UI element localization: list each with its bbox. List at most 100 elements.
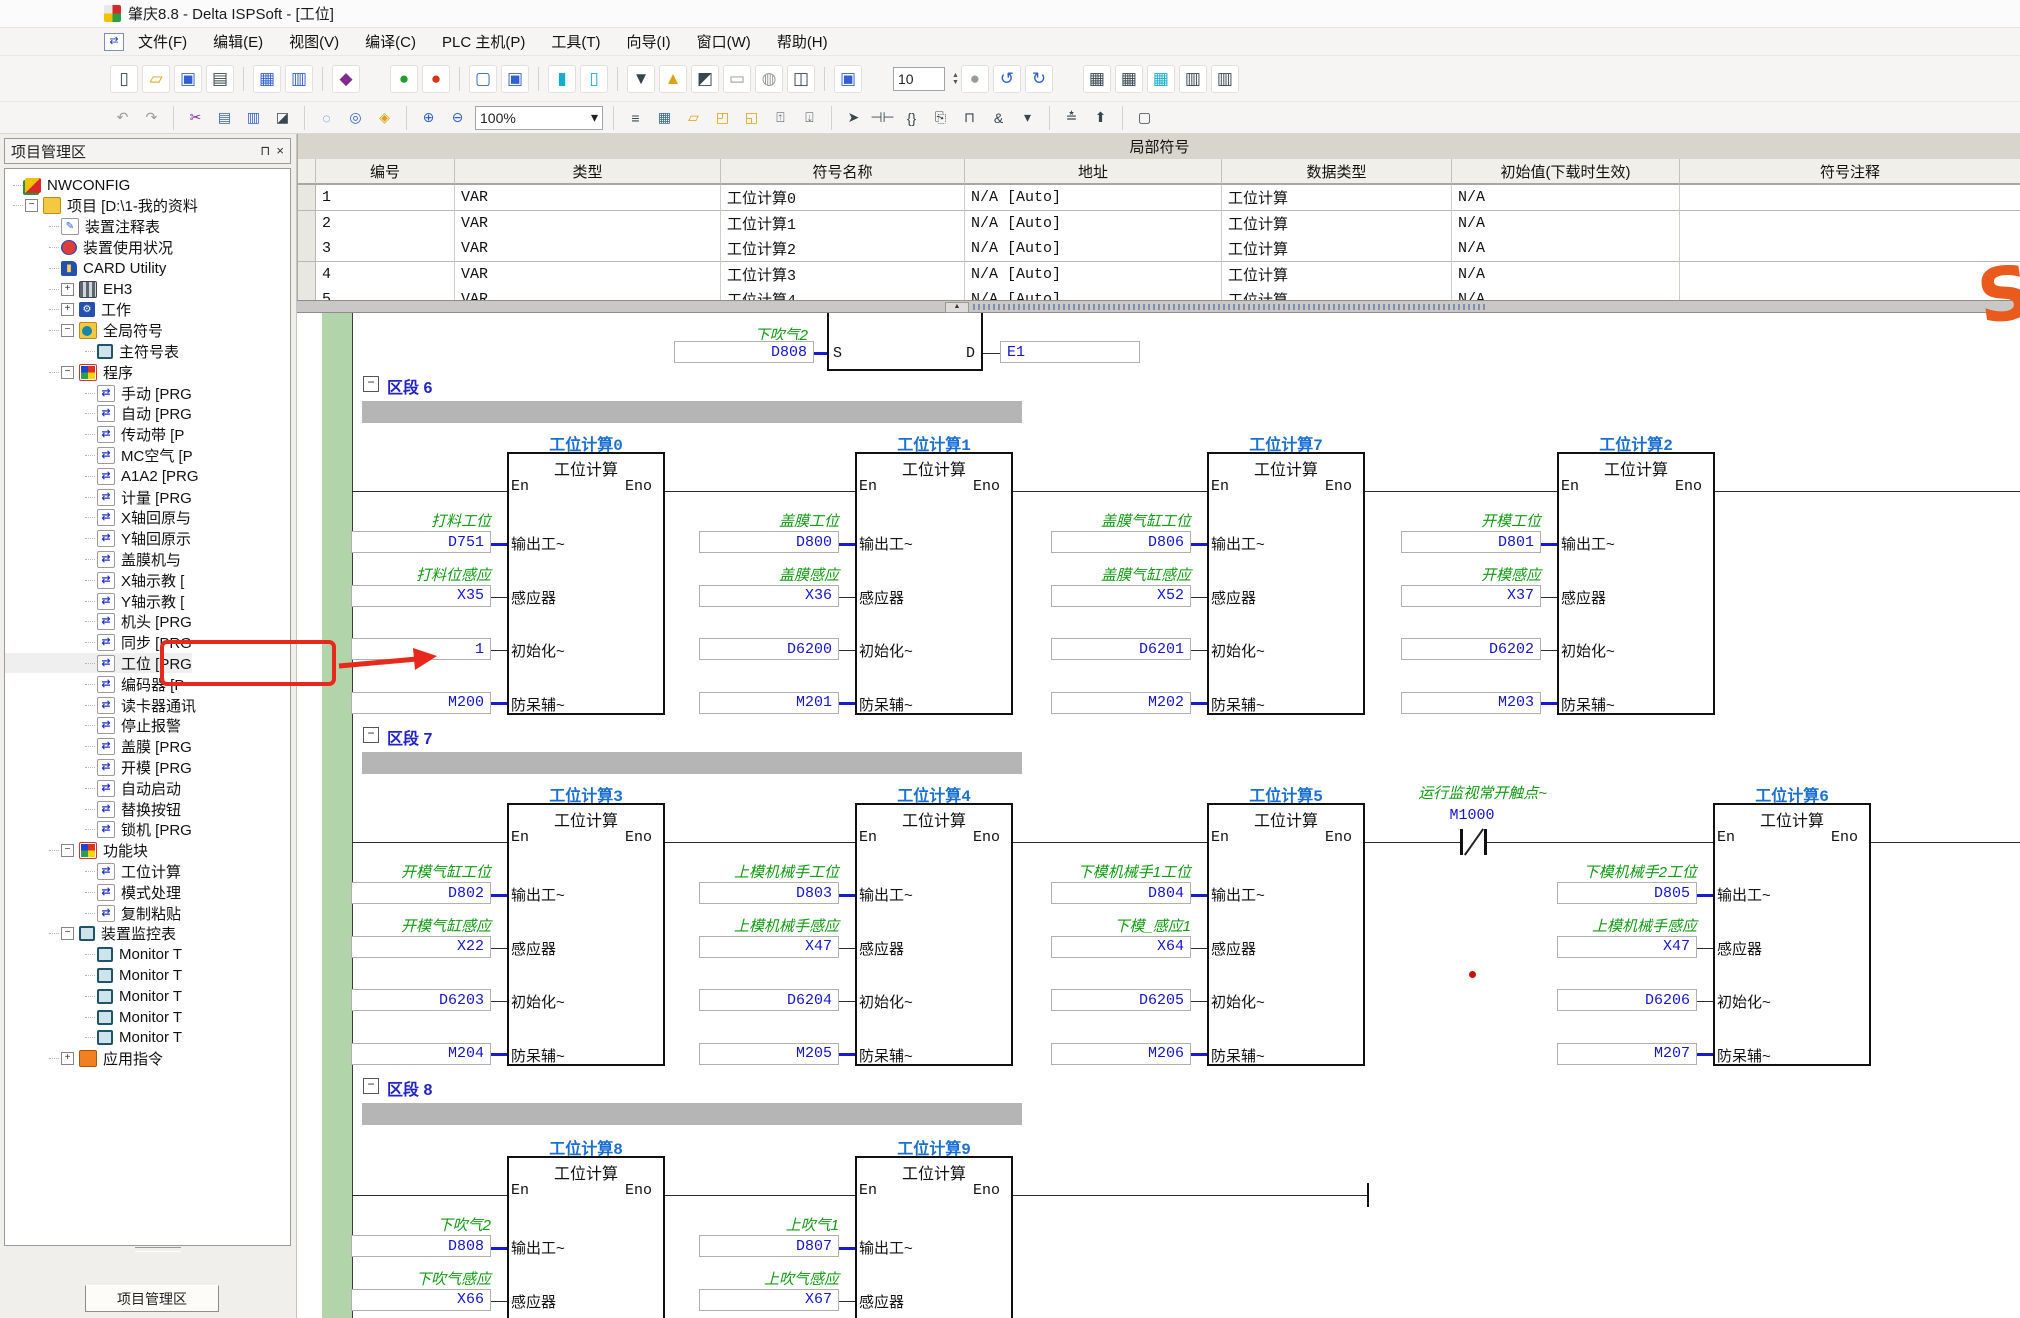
window-cascade-icon[interactable]: ▦	[253, 65, 281, 93]
bookmark-icon[interactable]: ▱	[681, 105, 706, 130]
tree-item-Y[interactable]: ⇄Y轴示教 [	[5, 591, 184, 611]
rotate-left-icon[interactable]: ↺	[993, 65, 1021, 93]
cell-r1-c5[interactable]: N/A	[1452, 185, 1680, 211]
operand-box[interactable]: M200	[351, 692, 491, 714]
find-replace-icon[interactable]: ◎	[343, 105, 368, 130]
tree-item-P[interactable]: ⇄传动带 [P	[5, 425, 184, 445]
tree-item-PRG[interactable]: ⇄手动 [PRG	[5, 383, 192, 403]
operand-box[interactable]: D6200	[699, 638, 839, 660]
stop-icon[interactable]: ●	[422, 65, 450, 93]
collapse-icon[interactable]: −	[61, 324, 74, 337]
tree-item-X[interactable]: ⇄X轴回原与	[5, 508, 191, 528]
operand-box[interactable]: D806	[1051, 531, 1191, 553]
operand-box[interactable]: X67	[699, 1289, 839, 1311]
cell-r5-c1[interactable]: VAR	[455, 287, 721, 300]
save-icon[interactable]: ▣	[174, 65, 202, 93]
more-dropdown-icon[interactable]: ▾	[1015, 105, 1040, 130]
upload-icon[interactable]: ▲	[659, 65, 687, 93]
tree-item-P[interactable]: ⇄编码器 [P	[5, 674, 184, 694]
menu-8[interactable]: 帮助(H)	[777, 34, 828, 51]
operand-box[interactable]: D805	[1557, 882, 1697, 904]
tree-item-[interactable]: ⇄复制粘贴	[5, 903, 181, 923]
menu-0[interactable]: 文件(F)	[138, 34, 187, 51]
menu-7[interactable]: 窗口(W)	[697, 34, 751, 51]
step-circle-icon[interactable]: ●	[961, 65, 989, 93]
cell-r3-c2[interactable]: 工位计算2	[721, 236, 965, 262]
operand-box[interactable]: D803	[699, 882, 839, 904]
operand-box[interactable]: M201	[699, 692, 839, 714]
cell-r2-c6[interactable]	[1680, 211, 2020, 237]
operand-box[interactable]: D808	[674, 341, 814, 363]
cell-r3-c3[interactable]: N/A [Auto]	[965, 236, 1222, 262]
zoom-select[interactable]: 100%▾	[475, 106, 603, 130]
tree-item-[interactable]: ✎装置注释表	[5, 217, 160, 237]
section-collapse-icon[interactable]: −	[363, 727, 379, 743]
operand-box[interactable]: D6205	[1051, 989, 1191, 1011]
zoom-in-icon[interactable]: ⊕	[416, 105, 441, 130]
redo-icon[interactable]: ↷	[139, 105, 164, 130]
notify-icon[interactable]: ◍	[755, 65, 783, 93]
expand-icon[interactable]: +	[61, 283, 74, 296]
find-icon[interactable]: ◌	[314, 105, 339, 130]
format-brush-icon[interactable]: ◪	[270, 105, 295, 130]
cell-r5-c4[interactable]: 工位计算	[1222, 287, 1452, 300]
operand-box[interactable]: M207	[1557, 1043, 1697, 1065]
menu-6[interactable]: 向导(I)	[626, 34, 670, 51]
tree-item-[interactable]: −装置监控表	[5, 924, 176, 944]
cell-r3-c1[interactable]: VAR	[455, 236, 721, 262]
operand-box[interactable]: D6202	[1401, 638, 1541, 660]
cut-icon[interactable]: ✂	[183, 105, 208, 130]
section-label[interactable]: 区段 6	[387, 374, 432, 398]
row-selector[interactable]	[298, 287, 316, 300]
network-icon[interactable]: ◫	[787, 65, 815, 93]
mdi-child-icon[interactable]: ⇄	[104, 33, 124, 51]
open-file-icon[interactable]: ▱	[142, 65, 170, 93]
collapse-icon[interactable]: −	[61, 366, 74, 379]
section-label[interactable]: 区段 8	[387, 1076, 432, 1100]
find-symbol-icon[interactable]: ◈	[372, 105, 397, 130]
tree-item-[interactable]: ⇄盖膜机与	[5, 549, 181, 569]
operand-box[interactable]: X64	[1051, 936, 1191, 958]
operand-box-out[interactable]: E1	[1000, 341, 1140, 363]
expand-icon[interactable]: +	[61, 303, 74, 316]
window-tile-icon[interactable]: ▥	[285, 65, 313, 93]
menu-3[interactable]: 编译(C)	[365, 34, 416, 51]
cell-r3-c4[interactable]: 工位计算	[1222, 236, 1452, 262]
frame-icon[interactable]: ▢	[1132, 105, 1157, 130]
cell-r1-c3[interactable]: N/A [Auto]	[965, 185, 1222, 211]
cell-r1-c4[interactable]: 工位计算	[1222, 185, 1452, 211]
print-icon[interactable]: ▤	[206, 65, 234, 93]
operand-box[interactable]: M205	[699, 1043, 839, 1065]
operand-box[interactable]: D6206	[1557, 989, 1697, 1011]
menu-1[interactable]: 编辑(E)	[213, 34, 263, 51]
block-icon[interactable]: ⊓	[957, 105, 982, 130]
tree-item-PRG[interactable]: ⇄机头 [PRG	[5, 612, 192, 632]
monitor-table-icon[interactable]: ▣	[501, 65, 529, 93]
paste-icon[interactable]: ▥	[241, 105, 266, 130]
row-selector[interactable]	[298, 236, 316, 262]
col-header-6[interactable]: 符号注释	[1680, 159, 2020, 185]
col-header-2[interactable]: 符号名称	[721, 159, 965, 185]
cell-r3-c5[interactable]: N/A	[1452, 236, 1680, 262]
cell-r4-c2[interactable]: 工位计算3	[721, 262, 965, 288]
cell-r1-c6[interactable]	[1680, 185, 2020, 211]
ladder-editor[interactable]: −区段 6−区段 7−区段 8下吹气2D808SDE1工位计算0工位计算EnEn…	[297, 313, 2020, 1318]
tree-item-NWCONFIG[interactable]: NWCONFIG	[5, 175, 130, 195]
tree-item-PRG[interactable]: ⇄锁机 [PRG	[5, 820, 192, 840]
tree-item-[interactable]: 主符号表	[5, 341, 179, 361]
operand-box[interactable]: X47	[699, 936, 839, 958]
operand-box[interactable]: D6203	[351, 989, 491, 1011]
undo-icon[interactable]: ↶	[110, 105, 135, 130]
tree-item-[interactable]: +应用指令	[5, 1049, 163, 1069]
collapse-icon[interactable]: −	[25, 199, 38, 212]
instruction-icon[interactable]: ≛	[1059, 105, 1084, 130]
comment-mode-icon[interactable]: ≡	[623, 105, 648, 130]
network-after-icon[interactable]: ◱	[739, 105, 764, 130]
function-block-partial[interactable]: SD	[827, 313, 983, 371]
tree-item-CARDUtility[interactable]: ▮CARD Utility	[5, 258, 166, 278]
tree-item-Y[interactable]: ⇄Y轴回原示	[5, 529, 191, 549]
menu-4[interactable]: PLC 主机(P)	[442, 34, 525, 51]
tree-item-[interactable]: ⇄模式处理	[5, 882, 181, 902]
steps-input[interactable]: 10	[893, 67, 945, 91]
tree-item-[interactable]: ⇄读卡器通讯	[5, 695, 196, 715]
